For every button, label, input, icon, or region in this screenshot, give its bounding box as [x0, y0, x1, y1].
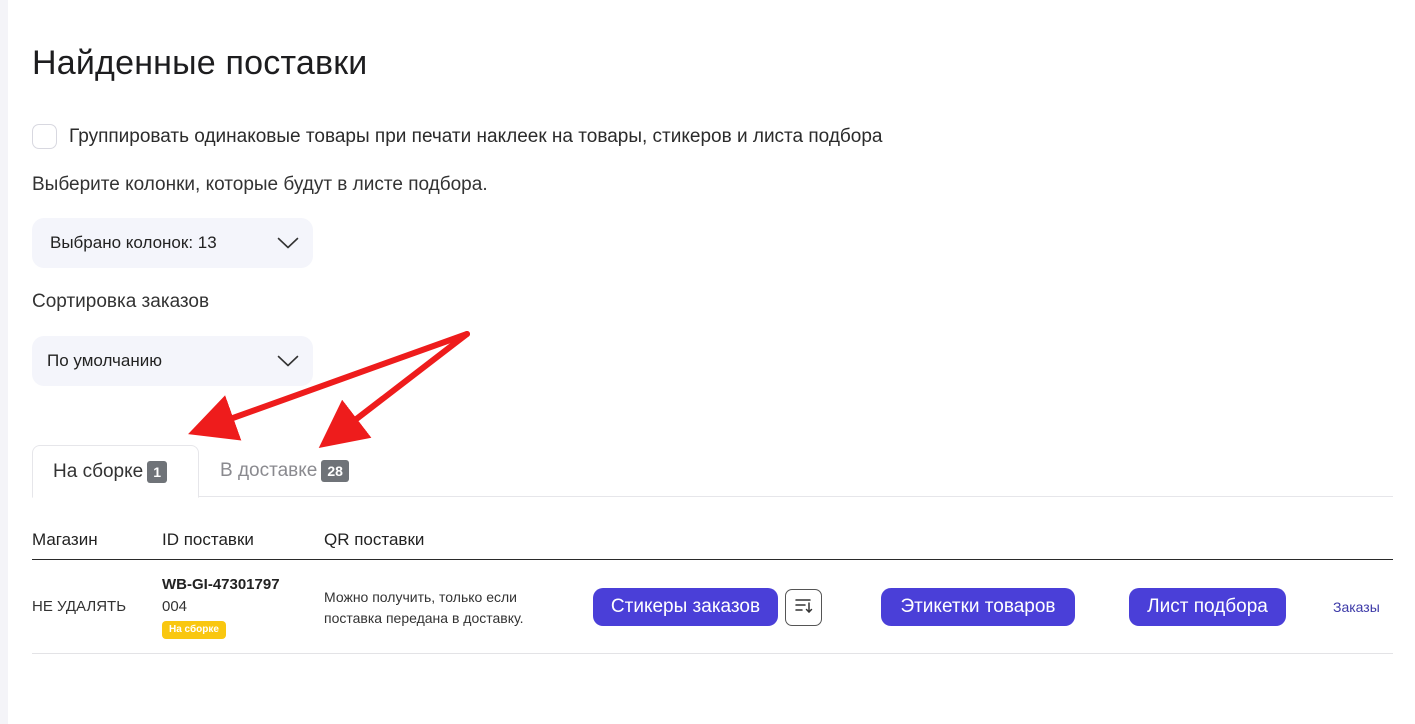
columns-select-value: Выбрано колонок: 13 — [50, 233, 217, 252]
tab-assembly[interactable]: На сборке 1 — [32, 445, 199, 498]
group-checkbox[interactable] — [32, 124, 57, 149]
table-header: Магазин ID поставки QR поставки — [32, 520, 1393, 560]
row-supply-id: WB-GI-47301797 — [162, 576, 280, 593]
status-badge: На сборке — [162, 621, 226, 639]
page: Найденные поставки Группировать одинаков… — [0, 0, 1415, 724]
tab-assembly-label: На сборке — [53, 460, 144, 482]
tab-assembly-count: 1 — [147, 460, 167, 483]
tab-delivery-label: В доставке — [220, 460, 318, 481]
product-labels-button[interactable]: Этикетки товаров — [881, 588, 1075, 626]
columns-select[interactable]: Выбрано колонок: 13 — [32, 218, 313, 268]
picklist-button[interactable]: Лист подбора — [1129, 588, 1286, 626]
header-supply-id: ID поставки — [162, 530, 254, 549]
table-row: НЕ УДАЛЯТЬ WB-GI-47301797 004 На сборке … — [32, 561, 1393, 654]
row-supply-suffix: 004 — [162, 598, 188, 615]
header-qr: QR поставки — [324, 530, 425, 549]
row-supply: WB-GI-47301797 004 На сборке — [162, 575, 280, 639]
left-edge — [0, 0, 8, 724]
row-qr-note: Можно получить, только если поставка пер… — [324, 589, 524, 626]
chevron-down-icon — [277, 355, 299, 367]
sort-icon — [794, 596, 814, 619]
sort-stickers-button[interactable] — [785, 589, 822, 626]
row-store: НЕ УДАЛЯТЬ — [32, 598, 127, 615]
group-option: Группировать одинаковые товары при печат… — [32, 124, 883, 149]
tabs: На сборке 1 В доставке 28 — [32, 445, 1393, 498]
header-store: Магазин — [32, 530, 98, 549]
page-title: Найденные поставки — [32, 44, 368, 82]
chevron-down-icon — [277, 237, 299, 249]
columns-hint: Выберите колонки, которые будут в листе … — [32, 174, 488, 195]
sort-select[interactable]: По умолчанию — [32, 336, 313, 386]
arrow-to-delivery-tab — [318, 331, 470, 448]
order-stickers-button[interactable]: Стикеры заказов — [593, 588, 778, 626]
group-label: Группировать одинаковые товары при печат… — [69, 125, 883, 147]
tab-delivery[interactable]: В доставке 28 — [220, 445, 349, 497]
tab-delivery-count: 28 — [321, 460, 349, 482]
sort-label: Сортировка заказов — [32, 291, 210, 312]
orders-link[interactable]: Заказы — [1333, 599, 1380, 615]
sort-select-value: По умолчанию — [47, 351, 162, 370]
